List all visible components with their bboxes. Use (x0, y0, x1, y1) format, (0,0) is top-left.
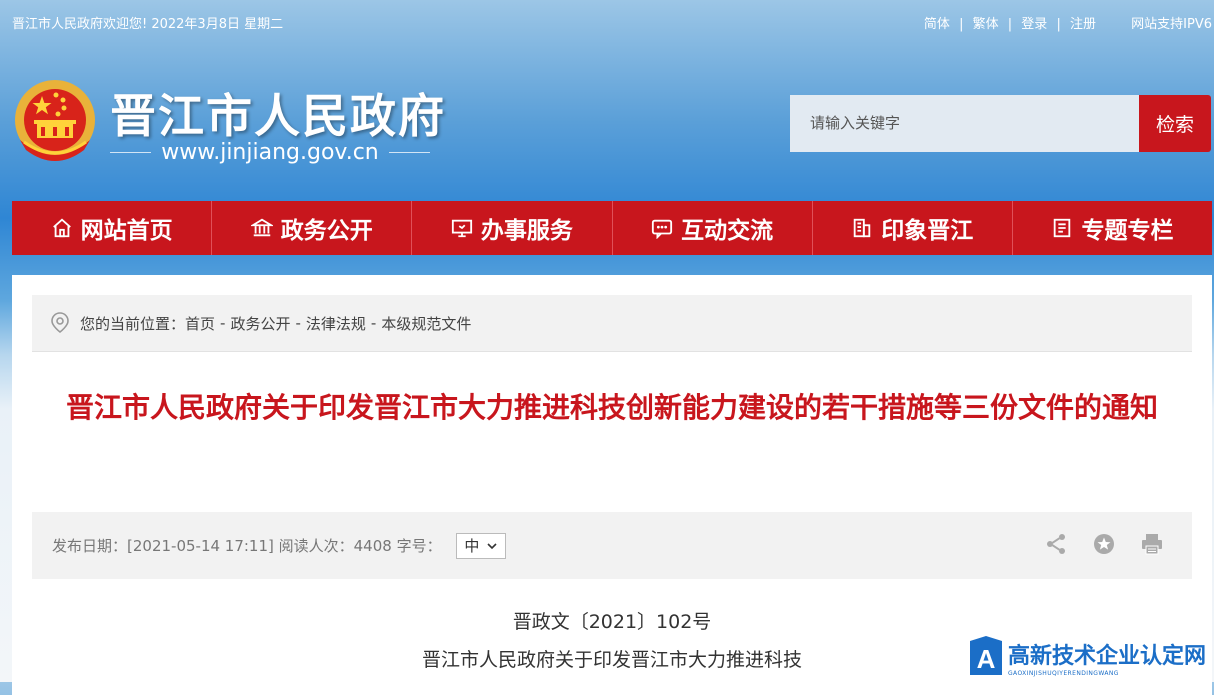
location-pin-icon (51, 312, 69, 334)
link-separator: | (959, 17, 964, 32)
chat-icon (652, 219, 673, 239)
url-right-line (388, 152, 430, 153)
top-bar: 晋江市人民政府欢迎您! 2022年3月8日 星期二 简体 | 繁体 | 登录 |… (0, 0, 1214, 44)
search-input[interactable] (790, 95, 1139, 152)
breadcrumb-separator: - (295, 314, 301, 332)
search-box: 检索 (790, 95, 1211, 152)
nav-item-impressions[interactable]: 印象晋江 (813, 201, 1013, 255)
nav-item-label: 政务公开 (280, 218, 373, 244)
watermark-logo: A 高新技术企业认定网 GAOXINJISHUQIYERENDINGWANG (968, 632, 1214, 682)
bank-icon (250, 218, 273, 237)
nav-item-special-topics[interactable]: 专题专栏 (1013, 201, 1212, 255)
building-icon (854, 218, 871, 238)
nav-item-label: 印象晋江 (881, 218, 974, 244)
article-meta: 发布日期：[2021-05-14 17:11] 阅读人次：4408 字号： 中 (32, 512, 1192, 579)
watermark-pinyin: GAOXINJISHUQIYERENDINGWANG (1008, 669, 1119, 677)
link-separator: | (1007, 17, 1013, 32)
nav-item-label: 专题专栏 (1081, 218, 1174, 244)
main-nav: 网站首页 政务公开 办事服务 互动交流 印象晋江 专题专栏 (12, 201, 1212, 255)
breadcrumb-government-affairs[interactable]: 政务公开 (230, 313, 290, 334)
watermark-text: 高新技术企业认定网 GAOXINJISHUQIYERENDINGWANG (1008, 638, 1206, 677)
url-left-line (110, 152, 152, 153)
search-button[interactable]: 检索 (1139, 95, 1211, 152)
print-icon[interactable] (1140, 532, 1164, 556)
article-actions (1044, 532, 1164, 556)
ipv6-badge: 网站支持IPV6 (1131, 17, 1212, 32)
welcome-text: 晋江市人民政府欢迎您! 2022年3月8日 星期二 (12, 17, 284, 32)
link-login[interactable]: 登录 (1021, 17, 1047, 32)
breadcrumb-prefix: 您的当前位置： (80, 314, 186, 333)
document-icon (1054, 218, 1071, 238)
link-separator: | (1056, 17, 1061, 32)
document-number: 晋政文〔2021〕102号 (512, 611, 712, 633)
site-url-text: www.jinjiang.gov.cn (161, 140, 379, 165)
link-simplified[interactable]: 简体 (924, 17, 950, 32)
share-icon[interactable] (1044, 532, 1068, 556)
watermark-name: 高新技术企业认定网 (1008, 643, 1207, 669)
watermark-logo-letter: A (977, 644, 996, 674)
nav-item-label: 互动交流 (681, 218, 774, 244)
breadcrumb-local-documents[interactable]: 本级规范文件 (381, 313, 471, 334)
nav-item-label: 网站首页 (80, 218, 173, 244)
breadcrumb: 您的当前位置： 首页 - 政务公开 - 法律法规 - 本级规范文件 (32, 295, 1192, 352)
home-icon (52, 218, 71, 238)
watermark-emblem-icon: A (970, 636, 1002, 675)
top-links: 简体 | 繁体 | 登录 | 注册 (924, 13, 1096, 32)
nav-item-home[interactable]: 网站首页 (12, 201, 213, 255)
link-register[interactable]: 注册 (1070, 17, 1096, 32)
favorite-star-icon[interactable] (1092, 532, 1116, 556)
breadcrumb-separator: - (220, 314, 226, 332)
nav-item-label: 办事服务 (480, 218, 573, 244)
article-title: 晋江市人民政府关于印发晋江市大力推进科技创新能力建设的若干措施等三份文件的通知 (65, 391, 1158, 424)
monitor-icon (451, 219, 473, 238)
national-emblem-icon (12, 78, 98, 168)
nav-item-services[interactable]: 办事服务 (412, 201, 613, 255)
font-size-select[interactable]: 中 (455, 532, 506, 559)
nav-item-government-affairs[interactable]: 政务公开 (212, 201, 413, 255)
site-title: 晋江市人民政府 (110, 89, 446, 143)
link-traditional[interactable]: 繁体 (973, 17, 999, 32)
site-url: www.jinjiang.gov.cn (110, 140, 430, 165)
breadcrumb-home[interactable]: 首页 (185, 313, 215, 334)
breadcrumb-laws[interactable]: 法律法规 (306, 313, 366, 334)
chevron-down-icon (487, 542, 497, 549)
breadcrumb-separator: - (370, 314, 377, 332)
publish-info: 发布日期：[2021-05-14 17:11] 阅读人次：4408 字号： (52, 537, 442, 555)
nav-item-interaction[interactable]: 互动交流 (613, 201, 813, 255)
font-size-value: 中 (464, 537, 480, 555)
